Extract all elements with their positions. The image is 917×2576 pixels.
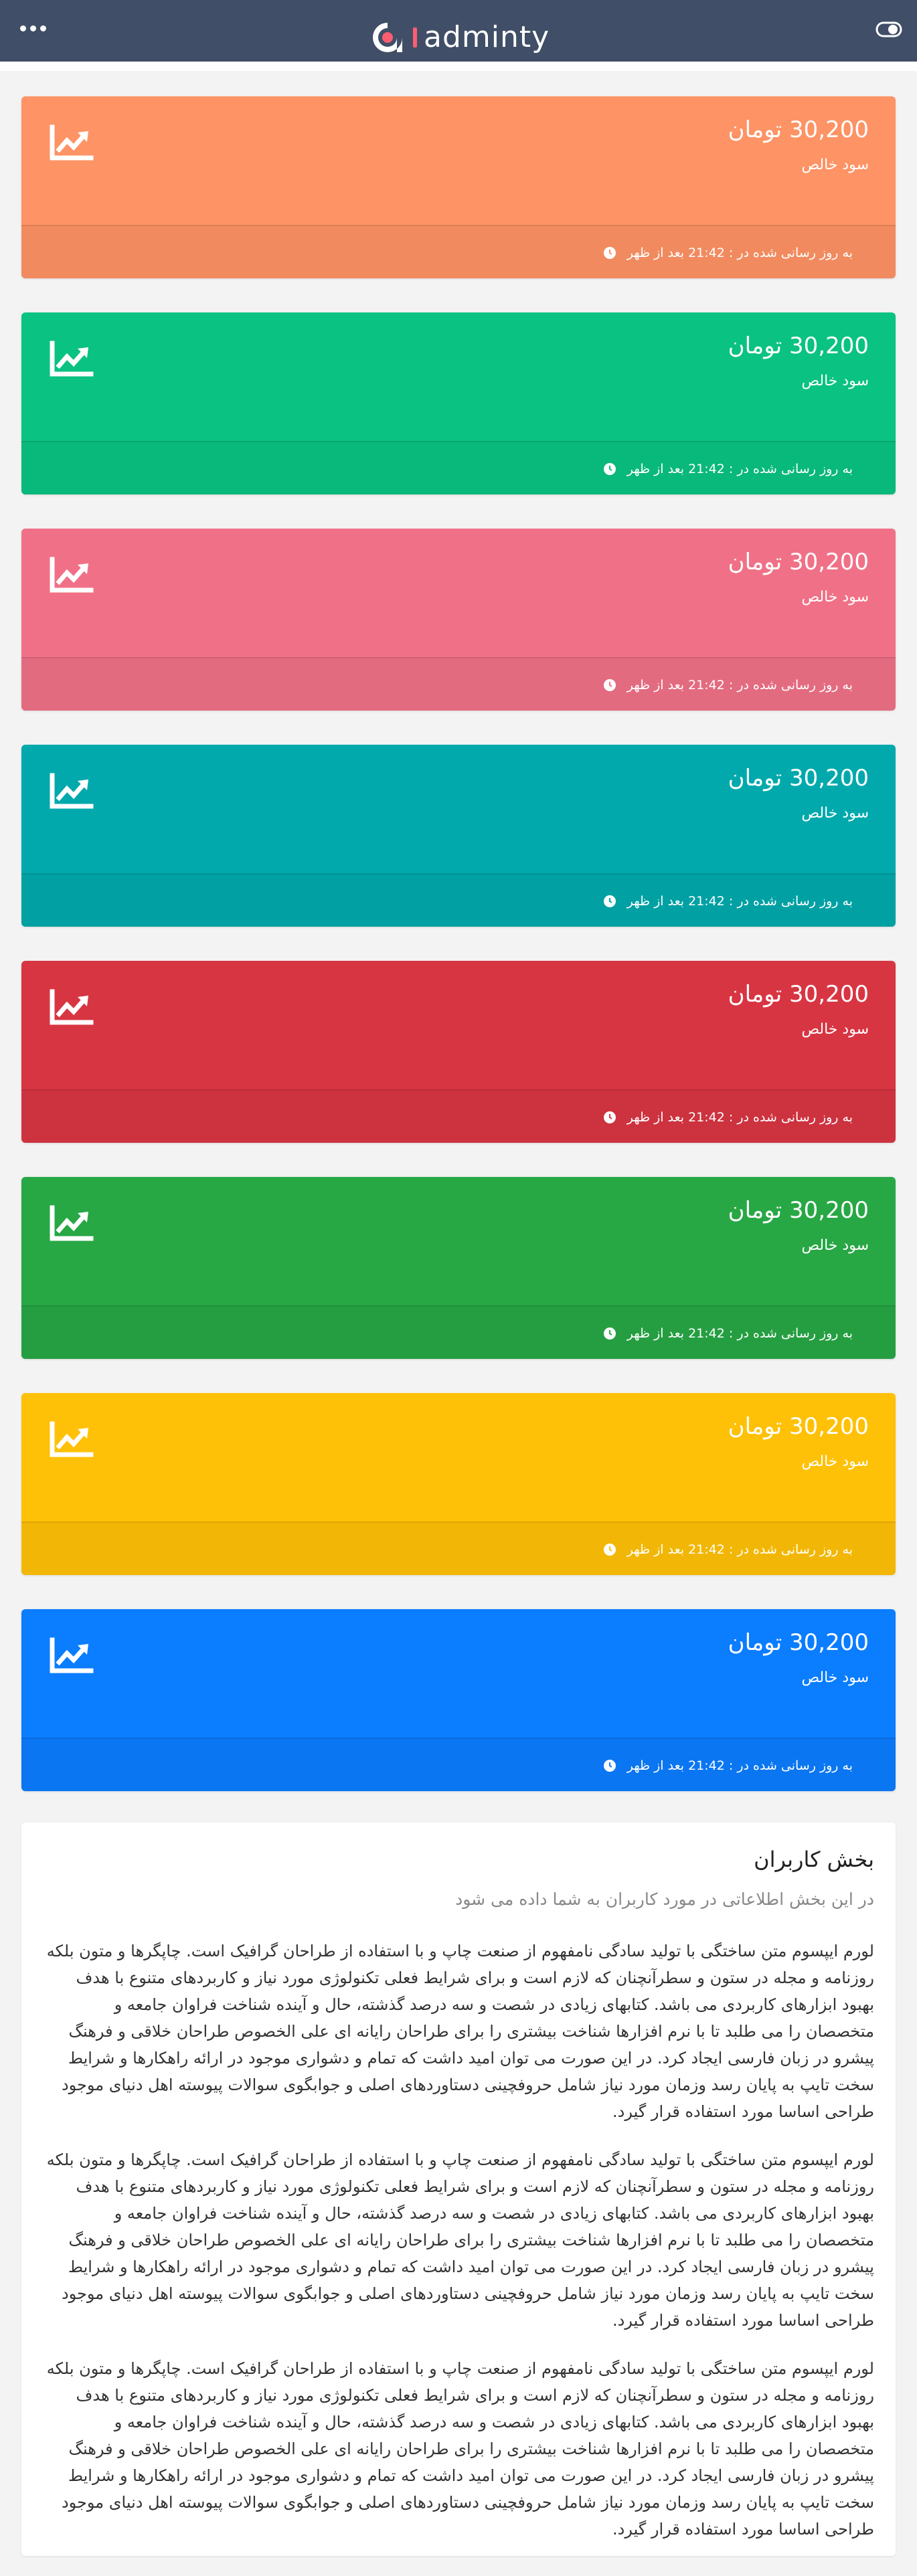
stat-card: 30,200 تومان سود خالص به روز رسانی شده در …: [21, 312, 896, 494]
brand-name: adminty: [424, 20, 550, 54]
card-label: سود خالص: [801, 1453, 869, 1470]
card-body: 30,200 تومان سود خالص: [21, 961, 896, 1089]
card-body: 30,200 تومان سود خالص: [21, 1393, 896, 1522]
card-value: 30,200 تومان: [728, 1629, 869, 1656]
stat-card: 30,200 تومان سود خالص به روز رسانی شده در …: [21, 1609, 896, 1791]
card-footer: به روز رسانی شده در : 21:42 بعد از ظهر: [21, 1089, 896, 1143]
card-footer: به روز رسانی شده در : 21:42 بعد از ظهر: [21, 657, 896, 711]
card-value: 30,200 تومان: [728, 981, 869, 1008]
section-paragraph: لورم ایپسوم متن ساختگی با تولید سادگی نا…: [46, 2150, 874, 2330]
line-chart-icon: [50, 773, 94, 809]
update-info: به روز رسانی شده در : 21:42 بعد از ظهر: [603, 674, 853, 696]
card-footer: به روز رسانی شده در : 21:42 بعد از ظهر: [21, 1738, 896, 1791]
stat-card: 30,200 تومان سود خالص به روز رسانی شده در …: [21, 1393, 896, 1575]
line-chart-icon: [50, 989, 94, 1025]
toggle-icon[interactable]: [876, 20, 902, 39]
update-info: به روز رسانی شده در : 21:42 بعد از ظهر: [603, 1323, 853, 1344]
stat-card: 30,200 تومان سود خالص به روز رسانی شده در …: [21, 529, 896, 711]
card-value: 30,200 تومان: [728, 1197, 869, 1224]
update-info: به روز رسانی شده در : 21:42 بعد از ظهر: [603, 1755, 853, 1776]
line-chart-icon: [50, 1205, 94, 1241]
card-footer: به روز رسانی شده در : 21:42 بعد از ظهر: [21, 225, 896, 278]
card-body: 30,200 تومان سود خالص: [21, 1177, 896, 1305]
update-text: به روز رسانی شده در : 21:42 بعد از ظهر: [627, 894, 853, 909]
line-chart-icon: [50, 341, 94, 377]
card-body: 30,200 تومان سود خالص: [21, 96, 896, 225]
clock-icon: [603, 1544, 616, 1556]
line-chart-icon: [50, 557, 94, 593]
clock-icon: [603, 247, 616, 259]
section-title: بخش کاربران: [754, 1847, 874, 1872]
card-footer: به روز رسانی شده در : 21:42 بعد از ظهر: [21, 1305, 896, 1359]
card-footer: به روز رسانی شده در : 21:42 بعد از ظهر: [21, 873, 896, 927]
card-value: 30,200 تومان: [728, 765, 869, 792]
clock-icon: [603, 1327, 616, 1340]
card-value: 30,200 تومان: [728, 333, 869, 359]
section-paragraph: لورم ایپسوم متن ساختگی با تولید سادگی نا…: [46, 1942, 874, 2121]
stat-card: 30,200 تومان سود خالص به روز رسانی شده در …: [21, 1177, 896, 1359]
logo-icon: [373, 23, 402, 52]
section-paragraph: لورم ایپسوم متن ساختگی با تولید سادگی نا…: [46, 2359, 874, 2539]
clock-icon: [603, 679, 616, 691]
card-label: سود خالص: [801, 157, 869, 173]
top-navbar: adminty: [0, 0, 917, 62]
card-value: 30,200 تومان: [728, 116, 869, 143]
line-chart-icon: [50, 1421, 94, 1457]
update-text: به روز رسانی شده در : 21:42 بعد از ظهر: [627, 1110, 853, 1125]
clock-icon: [603, 1760, 616, 1772]
brand-accent-bar: [413, 27, 417, 48]
update-text: به روز رسانی شده در : 21:42 بعد از ظهر: [627, 462, 853, 476]
card-body: 30,200 تومان سود خالص: [21, 1609, 896, 1738]
update-info: به روز رسانی شده در : 21:42 بعد از ظهر: [603, 242, 853, 264]
update-text: به روز رسانی شده در : 21:42 بعد از ظهر: [627, 1758, 853, 1773]
stat-card: 30,200 تومان سود خالص به روز رسانی شده در …: [21, 961, 896, 1143]
stat-card: 30,200 تومان سود خالص به روز رسانی شده در …: [21, 96, 896, 278]
clock-icon: [603, 1111, 616, 1123]
card-label: سود خالص: [801, 805, 869, 822]
more-menu-icon[interactable]: [20, 25, 46, 31]
card-body: 30,200 تومان سود خالص: [21, 745, 896, 873]
card-label: سود خالص: [801, 589, 869, 606]
update-text: به روز رسانی شده در : 21:42 بعد از ظهر: [627, 246, 853, 260]
card-body: 30,200 تومان سود خالص: [21, 312, 896, 441]
update-info: به روز رسانی شده در : 21:42 بعد از ظهر: [603, 1539, 853, 1560]
card-footer: به روز رسانی شده در : 21:42 بعد از ظهر: [21, 441, 896, 494]
clock-icon: [603, 895, 616, 907]
card-label: سود خالص: [801, 1021, 869, 1038]
update-info: به روز رسانی شده در : 21:42 بعد از ظهر: [603, 1107, 853, 1128]
update-text: به روز رسانی شده در : 21:42 بعد از ظهر: [627, 1326, 853, 1341]
card-value: 30,200 تومان: [728, 549, 869, 575]
users-section-card: بخش کاربران در این بخش اطلاعاتی در مورد …: [21, 1823, 896, 2556]
card-label: سود خالص: [801, 373, 869, 389]
card-label: سود خالص: [801, 1669, 869, 1686]
stat-card: 30,200 تومان سود خالص به روز رسانی شده در …: [21, 745, 896, 927]
card-label: سود خالص: [801, 1237, 869, 1254]
line-chart-icon: [50, 124, 94, 161]
update-info: به روز رسانی شده در : 21:42 بعد از ظهر: [603, 891, 853, 912]
card-body: 30,200 تومان سود خالص: [21, 529, 896, 657]
update-text: به روز رسانی شده در : 21:42 بعد از ظهر: [627, 678, 853, 693]
section-subtitle: در این بخش اطلاعاتی در مورد کاربران به ش…: [455, 1890, 874, 1909]
update-text: به روز رسانی شده در : 21:42 بعد از ظهر: [627, 1542, 853, 1557]
card-footer: به روز رسانی شده در : 21:42 بعد از ظهر: [21, 1522, 896, 1575]
brand-logo[interactable]: adminty: [370, 17, 550, 58]
clock-icon: [603, 463, 616, 475]
update-info: به روز رسانی شده در : 21:42 بعد از ظهر: [603, 458, 853, 480]
line-chart-icon: [50, 1637, 94, 1673]
card-value: 30,200 تومان: [728, 1413, 869, 1440]
navbar-divider: [0, 62, 917, 71]
